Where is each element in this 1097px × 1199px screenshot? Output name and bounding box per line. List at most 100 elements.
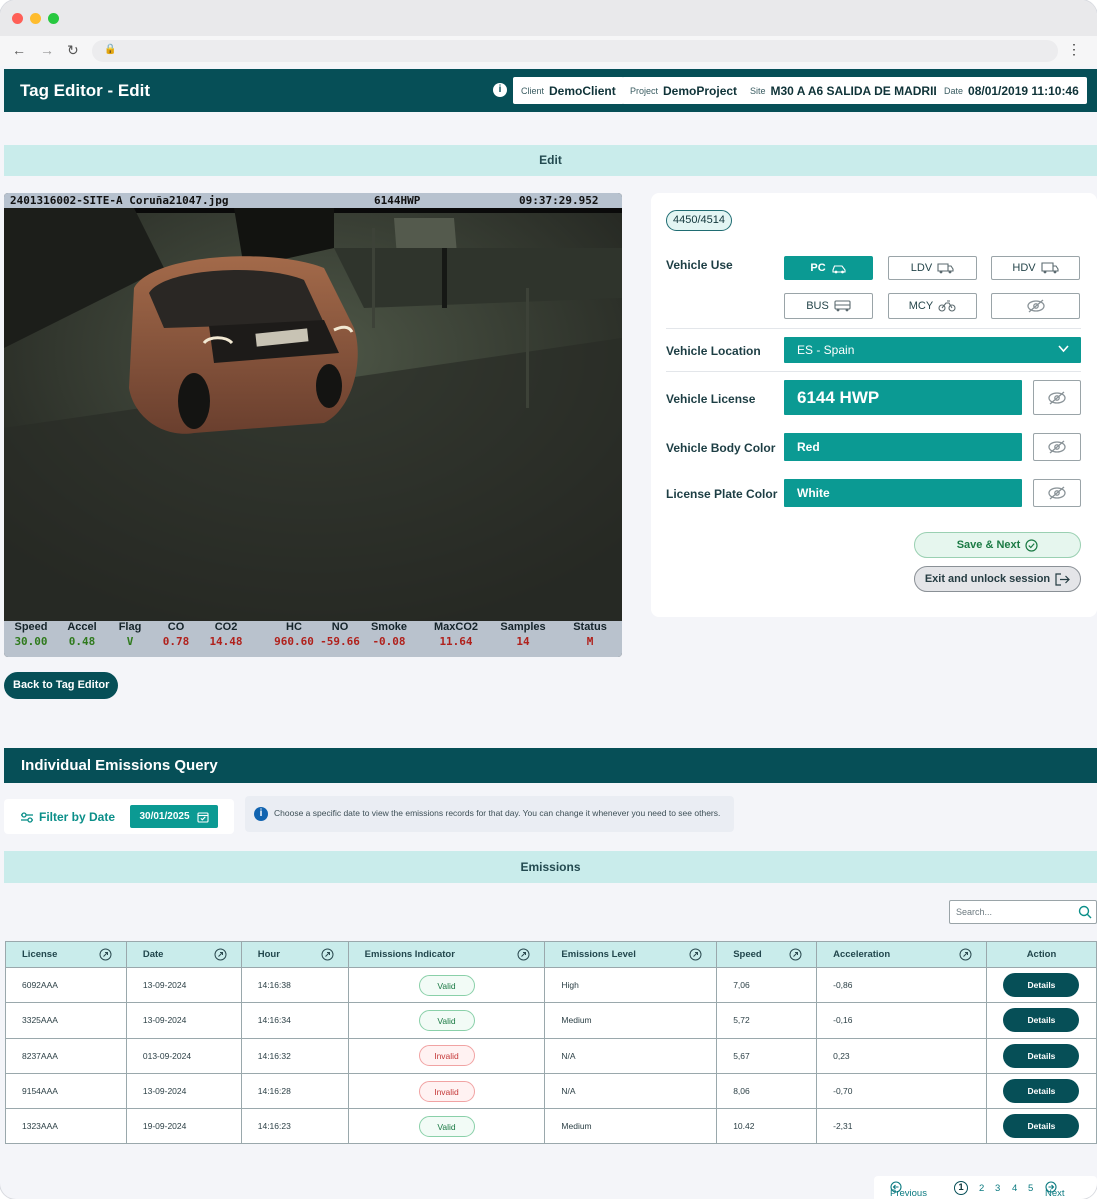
- cell-date: 13-09-2024: [125, 1002, 242, 1039]
- filter-date-picker[interactable]: 30/01/2025: [130, 805, 218, 828]
- address-bar[interactable]: 🔒: [92, 40, 1058, 62]
- cell-value: 3325AAA: [22, 1015, 58, 1026]
- page-5-button[interactable]: 5: [1028, 1183, 1033, 1194]
- eye-off-icon: [1048, 440, 1066, 454]
- page-3-button[interactable]: 3: [995, 1183, 1000, 1194]
- license-plate-color-label: License Plate Color: [666, 487, 778, 501]
- record-counter: 4450/4514: [666, 210, 732, 231]
- column-header-acceleration[interactable]: Acceleration: [816, 941, 987, 968]
- vehicle-type-bus-button[interactable]: BUS: [784, 293, 873, 319]
- exit-unlock-session-button[interactable]: Exit and unlock session: [914, 566, 1081, 592]
- column-header-speed[interactable]: Speed: [716, 941, 818, 968]
- metric-flag: Flag V: [111, 621, 149, 648]
- metric-smoke: Smoke -0.08: [364, 621, 414, 648]
- capture-metrics: Speed 30.00 Accel 0.48 Flag V CO 0.78 CO2 14.48 HC…: [4, 621, 622, 657]
- sort-icon[interactable]: [99, 948, 112, 964]
- minimize-window-button[interactable]: [30, 13, 41, 24]
- maximize-window-button[interactable]: [48, 13, 59, 24]
- status-badge: Valid: [418, 1115, 475, 1137]
- vehicle-license-field[interactable]: 6144 HWP: [784, 380, 1022, 415]
- details-button[interactable]: Details: [1003, 973, 1080, 998]
- license-hide-button[interactable]: [1033, 380, 1081, 415]
- search-input[interactable]: Search...: [949, 900, 1097, 924]
- cell-action: Details: [985, 1037, 1097, 1074]
- cell-level: N/A: [544, 1037, 718, 1074]
- sort-icon[interactable]: [789, 948, 802, 964]
- back-to-tag-editor-button[interactable]: Back to Tag Editor: [4, 672, 119, 699]
- vehicle-type-ldv-button[interactable]: LDV: [888, 256, 977, 280]
- cell-level: N/A: [544, 1072, 718, 1110]
- metric-value: 0.48: [68, 635, 96, 648]
- metric-samples: Samples 14: [495, 621, 551, 648]
- search-icon[interactable]: [1078, 905, 1092, 919]
- cell-value: 8237AAA: [22, 1050, 58, 1061]
- status-badge: Invalid: [418, 1045, 475, 1067]
- info-icon[interactable]: i: [493, 83, 507, 97]
- divider: [666, 328, 1081, 329]
- column-header-emissions-indicator[interactable]: Emissions Indicator: [347, 941, 546, 968]
- metric-label: Smoke: [370, 621, 408, 633]
- details-button[interactable]: Details: [1003, 1043, 1080, 1068]
- column-header-label: Action: [1026, 949, 1057, 960]
- metric-label: Speed: [14, 621, 48, 633]
- metric-value: -0.08: [372, 635, 406, 648]
- metric-value: 960.60: [274, 635, 314, 648]
- metric-hc: HC 960.60: [266, 621, 322, 648]
- column-header-emissions-level[interactable]: Emissions Level: [544, 941, 718, 968]
- cell-license: 3325AAA: [5, 1002, 127, 1039]
- previous-page-button[interactable]: Previous: [890, 1181, 927, 1199]
- emissions-bar: Emissions: [4, 851, 1097, 883]
- column-header-hour[interactable]: Hour: [240, 941, 349, 968]
- details-button[interactable]: Details: [1003, 1008, 1080, 1033]
- sort-icon[interactable]: [689, 948, 702, 964]
- forward-arrow-icon[interactable]: →: [40, 42, 54, 58]
- sort-icon[interactable]: [517, 948, 530, 964]
- metric-label: Accel: [67, 621, 97, 633]
- metric-value: M: [586, 635, 594, 648]
- back-arrow-icon[interactable]: ←: [12, 42, 26, 58]
- sort-icon[interactable]: [214, 948, 227, 964]
- metric-label: Status: [573, 621, 607, 633]
- vehicle-photo: [4, 208, 622, 621]
- column-header-license[interactable]: License: [5, 941, 127, 968]
- previous-label: Previous: [890, 1188, 927, 1199]
- vehicle-location-select[interactable]: ES - Spain: [784, 337, 1081, 363]
- cell-indicator: Invalid: [347, 1072, 546, 1110]
- details-button[interactable]: Details: [1003, 1114, 1080, 1139]
- column-header-date[interactable]: Date: [125, 941, 242, 968]
- cell-indicator: Valid: [347, 966, 546, 1004]
- page-1-button[interactable]: 1: [954, 1181, 968, 1195]
- sort-icon[interactable]: [959, 948, 972, 964]
- page-2-button[interactable]: 2: [979, 1183, 984, 1194]
- cell-value: 14:16:38: [257, 980, 291, 991]
- column-header-label: Emissions Level: [561, 949, 636, 960]
- car-icon: [831, 263, 847, 274]
- page-4-button[interactable]: 4: [1012, 1183, 1017, 1194]
- cell-value: 14:16:34: [257, 1015, 291, 1026]
- vehicle-type-hdv-button[interactable]: HDV: [991, 256, 1080, 280]
- cell-value: -2,31: [833, 1121, 853, 1132]
- vehicle-type-hidden-button[interactable]: [991, 293, 1080, 319]
- vehicle-body-color-field[interactable]: Red: [784, 433, 1022, 461]
- table-body: 6092AAA 13-09-2024 14:16:38 Valid High 7,06 -0…: [5, 966, 1097, 1145]
- details-button[interactable]: Details: [1003, 1079, 1080, 1104]
- next-page-button[interactable]: Next: [1045, 1181, 1065, 1199]
- status-badge: Valid: [418, 1009, 475, 1031]
- save-and-next-button[interactable]: Save & Next: [914, 532, 1081, 558]
- reload-icon[interactable]: ↻: [67, 42, 79, 59]
- emissions-query-header: Individual Emissions Query: [4, 748, 1097, 783]
- table-row: 3325AAA 13-09-2024 14:16:34 Valid Medium 5,72…: [5, 1002, 1097, 1039]
- site-label: Site: [750, 85, 766, 96]
- metric-label: CO: [167, 621, 185, 633]
- vehicle-type-pc-button[interactable]: PC: [784, 256, 873, 280]
- license-plate-color-field[interactable]: White: [784, 479, 1022, 507]
- body-color-hide-button[interactable]: [1033, 433, 1081, 461]
- project-value: DemoProject: [663, 83, 738, 98]
- plate-color-hide-button[interactable]: [1033, 479, 1081, 507]
- info-icon: i: [254, 807, 268, 821]
- sort-icon[interactable]: [321, 948, 334, 964]
- cell-accel: -0,16: [816, 1002, 987, 1039]
- vehicle-type-mcy-button[interactable]: MCY: [888, 293, 977, 319]
- close-window-button[interactable]: [12, 13, 23, 24]
- browser-menu-icon[interactable]: ⋮: [1067, 41, 1081, 58]
